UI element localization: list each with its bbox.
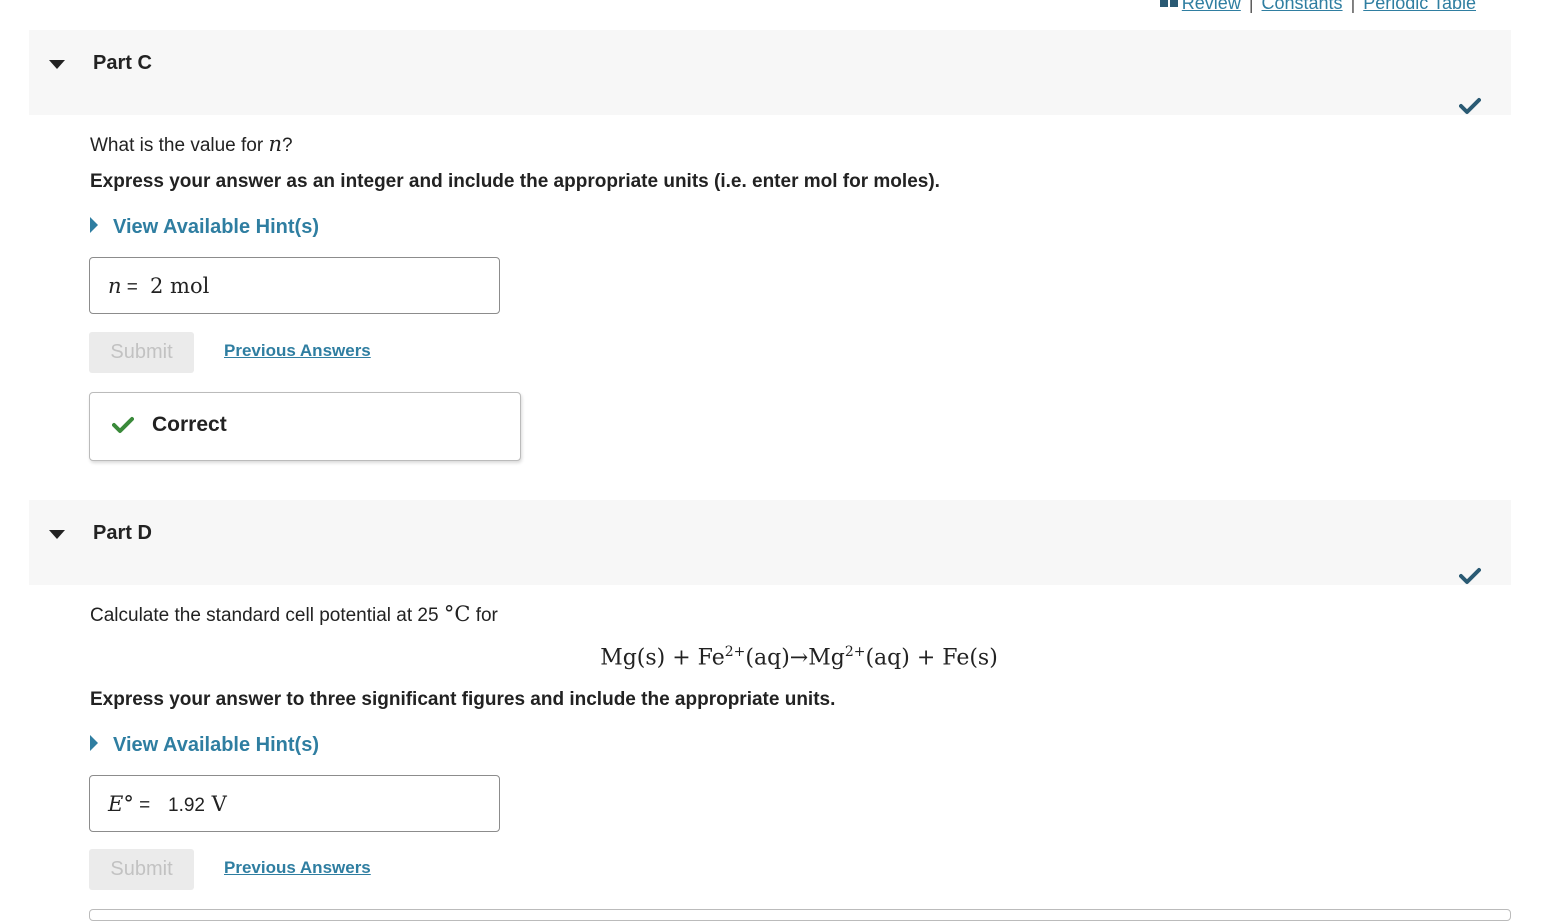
part-c-answer-field[interactable]: n = 2 mol: [89, 257, 500, 314]
part-c-question: What is the value for n?: [90, 132, 293, 156]
top-links: Review | Constants | Periodic Table: [1159, 0, 1476, 14]
part-d-title: Part D: [93, 522, 152, 544]
book-icon: [1159, 0, 1178, 7]
expand-caret-icon: [90, 217, 98, 233]
completed-check-icon: [1459, 568, 1481, 584]
part-d-hints-toggle[interactable]: View Available Hint(s): [90, 734, 319, 757]
reaction-equation: Mg(s) + Fe2+(aq)→Mg2+(aq) + Fe(s): [600, 644, 998, 671]
submit-button[interactable]: Submit: [89, 332, 194, 373]
previous-answers-link[interactable]: Previous Answers: [224, 858, 371, 878]
part-d-question: Calculate the standard cell potential at…: [90, 602, 498, 626]
link-separator: |: [1350, 0, 1356, 13]
part-d-instruction: Express your answer to three significant…: [90, 689, 836, 710]
part-c-title: Part C: [93, 52, 152, 74]
submit-button[interactable]: Submit: [89, 849, 194, 890]
answer-value[interactable]: 2 mol: [150, 274, 209, 298]
feedback-correct: Correct: [89, 392, 521, 461]
collapse-caret-icon[interactable]: [49, 530, 65, 539]
part-c-instruction: Express your answer as an integer and in…: [90, 171, 940, 192]
part-c-hints-toggle[interactable]: View Available Hint(s): [90, 216, 319, 239]
answer-label: n =: [108, 274, 138, 298]
answer-label: E° =: [108, 792, 151, 816]
previous-answers-link[interactable]: Previous Answers: [224, 341, 371, 361]
constants-link[interactable]: Constants: [1262, 0, 1343, 13]
correct-check-icon: [112, 417, 134, 433]
collapse-caret-icon[interactable]: [49, 60, 65, 69]
periodic-table-link[interactable]: Periodic Table: [1363, 0, 1476, 13]
link-separator: |: [1248, 0, 1254, 13]
feedback-text: Correct: [152, 413, 227, 436]
answer-value[interactable]: 1.92 V: [168, 792, 227, 817]
expand-caret-icon: [90, 735, 98, 751]
part-c-header[interactable]: Part C: [29, 30, 1511, 115]
feedback-box-partial: [89, 909, 1511, 921]
completed-check-icon: [1459, 98, 1481, 114]
review-link[interactable]: Review: [1182, 0, 1241, 13]
part-d-header[interactable]: Part D: [29, 500, 1511, 585]
part-d-answer-field[interactable]: E° = 1.92 V: [89, 775, 500, 832]
